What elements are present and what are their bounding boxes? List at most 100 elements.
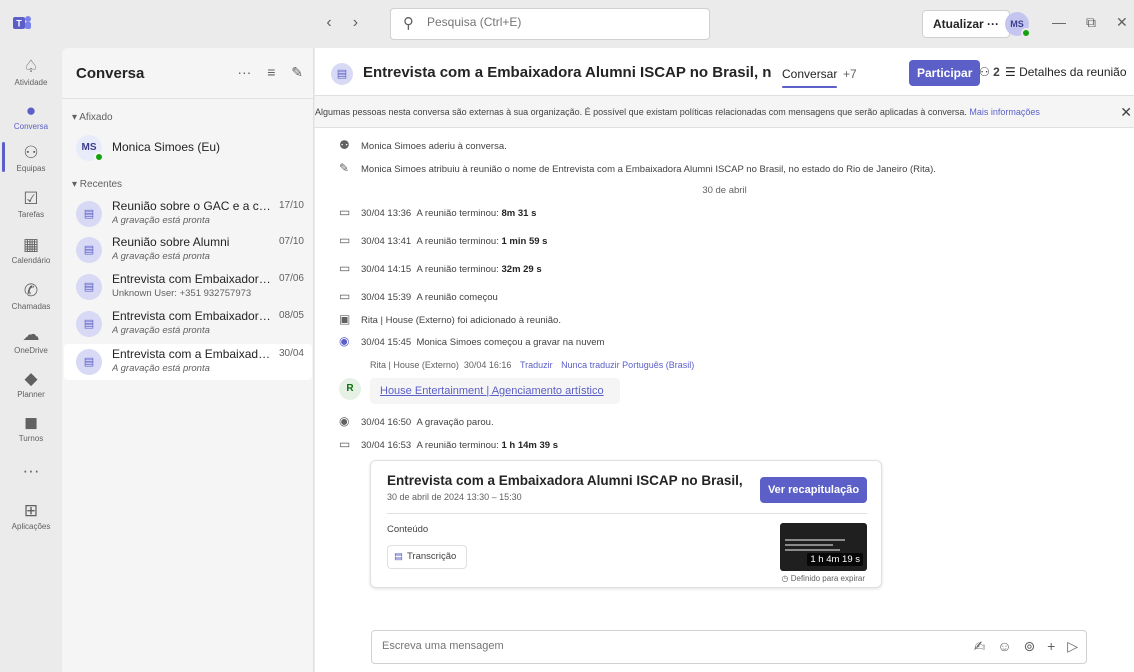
shifts-icon: ◼ [23,413,39,432]
participant-count: 2 [993,65,1000,79]
recording-duration: 1 h 4m 19 s [807,553,863,566]
event-time: 30/04 15:39 [361,292,412,303]
rail-item-shifts[interactable]: ◼ Turnos [0,412,62,443]
rail-item-teams[interactable]: ⚇ Equipas [0,142,62,173]
tasks-icon: ☑ [23,189,39,208]
system-event: ▭ 30/04 15:39 A reunião começou [339,289,498,303]
close-icon[interactable]: ✕ [1120,104,1132,121]
view-recap-button[interactable]: Ver recapitulação [760,477,867,503]
recording-thumbnail[interactable]: 1 h 4m 19 s [780,523,867,571]
translate-link[interactable]: Traduzir [520,360,553,370]
chat-item-preview: A gravação está pronta [112,325,210,336]
presence-available-icon [94,152,104,162]
chat-item-date: 07/06 [278,273,304,284]
forward-icon[interactable]: › [344,14,366,32]
user-avatar[interactable]: MS [1005,12,1031,38]
join-button[interactable]: Participar [909,60,981,86]
person-add-icon: ⚉ [339,138,350,152]
rail-item-apps[interactable]: ⊞ Aplicações [0,500,62,531]
emoji-icon[interactable]: ☺ [997,638,1011,654]
close-window-icon[interactable]: ✕ [1116,14,1128,31]
teams-logo-icon: T [10,12,34,36]
event-time: 30/04 16:50 [361,417,412,428]
chat-item-name: Monica Simoes (Eu) [112,140,221,154]
search-box[interactable]: ⚲ [390,8,710,40]
video-icon: ▭ [339,261,351,275]
message-composer[interactable]: ✍ ☺ ⊚ + ▷ [371,630,1087,664]
message-link[interactable]: House Entertainment | Agenciamento artís… [370,378,620,404]
content-label: Conteúdo [387,524,429,535]
chat-item-preview: Unknown User: +351 932757973 [112,288,252,299]
chat-item-name: Entrevista com a Embaixadora... [112,347,272,361]
chat-item-date: 07/10 [278,236,304,247]
more-tabs[interactable]: +7 [843,67,857,81]
search-input[interactable] [427,15,697,29]
chat-item-selected[interactable]: ▤ Entrevista com a Embaixadora... A grav… [64,344,312,380]
more-info-link[interactable]: Mais informações [969,107,1040,117]
minimize-icon[interactable]: — [1052,14,1066,30]
chat-item[interactable]: ▤ Entrevista com Embaixadora ... A grava… [64,306,312,342]
search-icon: ⚲ [403,15,414,32]
maximize-icon[interactable]: ⧉ [1086,14,1096,31]
rail-item-calendar[interactable]: ▦ Calendário [0,234,62,265]
pinned-section-header[interactable]: ▾ Afixado [72,112,113,123]
recap-title: Entrevista com a Embaixadora Alumni ISCA… [387,473,747,488]
never-translate-link[interactable]: Nunca traduzir Português (Brasil) [561,360,694,370]
loop-icon[interactable]: ⊚ [1024,638,1036,655]
rail-label: Turnos [18,434,44,443]
video-icon: ▭ [339,289,351,303]
format-icon[interactable]: ✍ [974,638,986,655]
filter-icon[interactable]: ≡ [267,64,275,80]
event-time: 30/04 13:41 [361,236,412,247]
tab-conversar[interactable]: Conversar [782,67,837,81]
update-button[interactable]: Atualizar ··· [922,10,1010,38]
system-event: ◉ 30/04 15:45 Monica Simoes começou a gra… [339,334,604,348]
participants-button[interactable]: ⚇ 2 [979,65,1000,79]
rail-label: Chamadas [11,302,51,311]
meeting-details-label: Detalhes da reunião [1019,65,1127,79]
divider [387,513,867,514]
system-event: ◉ 30/04 16:50 A gravação parou. [339,414,494,428]
system-event: ▣ Rita | House (Externo) foi adicionado à… [339,312,561,326]
app-rail: ♤ Atividade ● Conversa ⚇ Equipas ☑ Taref… [0,48,62,672]
cloud-icon: ☁ [22,325,40,344]
event-time: 30/04 13:36 [361,208,412,219]
expiry-label: ◷ Definido para expirar [782,574,865,583]
external-users-banner: Algumas pessoas nesta conversa são exter… [315,96,1134,128]
rail-item-tasks[interactable]: ☑ Tarefas [0,188,62,219]
chat-item-date: 30/04 [278,348,304,359]
apps-icon: ⊞ [23,501,39,520]
rail-item-more[interactable]: ··· [0,460,62,482]
chat-item[interactable]: ▤ Reunião sobre o GAC e a com... A grava… [64,196,312,232]
avatar[interactable]: R [339,378,361,400]
transcript-button[interactable]: ▤ Transcrição [387,545,467,569]
back-icon[interactable]: ‹ [318,14,340,32]
rail-item-activity[interactable]: ♤ Atividade [0,56,62,87]
chat-item-pinned-self[interactable]: MS Monica Simoes (Eu) [64,130,312,166]
clock-icon: ◷ [781,574,791,583]
planner-icon: ◆ [24,369,38,388]
chat-item-preview: A gravação está pronta [112,215,210,226]
recent-section-header[interactable]: ▾ Recentes [72,179,122,190]
event-text: A reunião começou [416,292,498,303]
rail-item-planner[interactable]: ◆ Planner [0,368,62,399]
rail-label: Calendário [11,256,51,265]
meeting-details-button[interactable]: ☰ Detalhes da reunião [1005,65,1127,79]
new-chat-icon[interactable]: ✎ [291,64,303,81]
more-options-icon[interactable]: ··· [237,64,251,80]
add-icon[interactable]: + [1047,638,1055,654]
chat-item[interactable]: ▤ Entrevista com Embaixadora ... Unknown… [64,269,312,305]
message-input[interactable] [382,640,802,652]
system-event: ▭ 30/04 13:36 A reunião terminou: 8m 31 s [339,205,536,219]
conversation-pane: ▤ Entrevista com a Embaixadora Alumni IS… [315,48,1134,672]
expiry-text: Definido para expirar [790,574,865,583]
event-text: Rita | House (Externo) foi adicionado à … [361,315,561,326]
rail-item-calls[interactable]: ✆ Chamadas [0,280,62,311]
rail-item-onedrive[interactable]: ☁ OneDrive [0,324,62,355]
chat-item[interactable]: ▤ Reunião sobre Alumni A gravação está p… [64,232,312,268]
avatar-initials: MS [1010,19,1024,29]
send-icon[interactable]: ▷ [1067,638,1078,655]
meeting-chat-icon: ▤ [76,237,102,263]
event-duration: 1 min 59 s [501,236,548,247]
rail-item-chat[interactable]: ● Conversa [0,100,62,131]
